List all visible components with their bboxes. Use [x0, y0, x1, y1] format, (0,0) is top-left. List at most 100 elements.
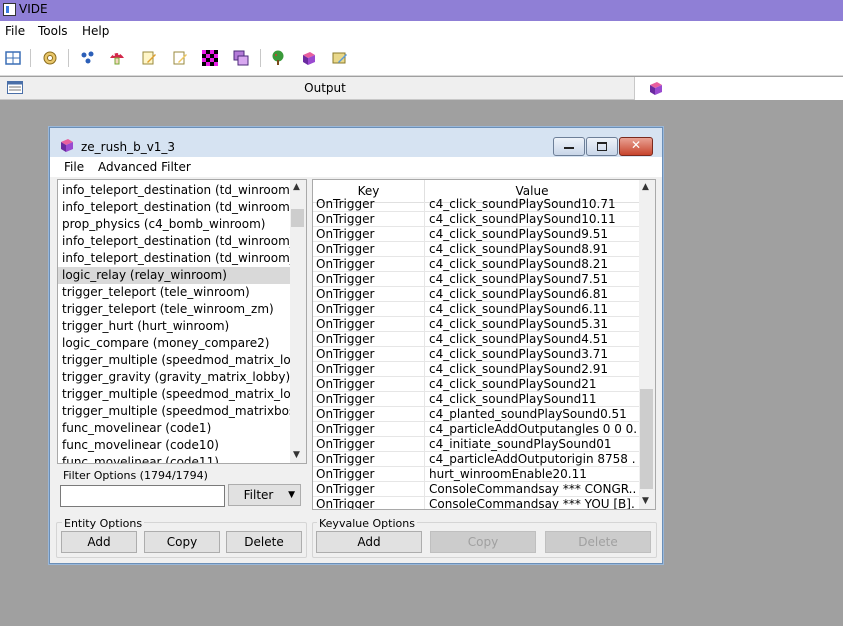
entity-list-item[interactable]: info_teleport_destination (td_winroom_zm… — [58, 250, 294, 267]
table-row[interactable]: OnTrigger c4_click_soundPlaySound8.91 — [313, 242, 639, 257]
table-row[interactable]: OnTrigger c4_click_soundPlaySound3.71 — [313, 347, 639, 362]
scroll-down-icon[interactable]: ▼ — [293, 450, 300, 460]
chevron-down-icon: ▼ — [288, 490, 295, 500]
edit-doc-icon[interactable] — [172, 50, 188, 66]
entity-list-item[interactable]: info_teleport_destination (td_winroom_zm… — [58, 233, 294, 250]
key-cell: OnTrigger — [316, 302, 375, 316]
key-cell: OnTrigger — [316, 257, 375, 271]
entity-list-item[interactable]: prop_physics (c4_bomb_winroom) — [58, 216, 294, 233]
scroll-up-icon[interactable]: ▲ — [293, 182, 300, 192]
key-cell: OnTrigger — [316, 362, 375, 376]
table-row[interactable]: OnTrigger c4_initiate_soundPlaySound01 — [313, 437, 639, 452]
value-cell: c4_planted_soundPlaySound0.51 — [429, 407, 627, 421]
keyvalue-copy-button[interactable]: Copy — [430, 531, 536, 553]
checker-icon[interactable] — [202, 50, 218, 66]
entity-list-item[interactable]: trigger_multiple (speedmod_matrix_lobby2 — [58, 386, 294, 403]
table-row[interactable]: OnTrigger c4_particleAddOutputangles 0 0 … — [313, 422, 639, 437]
value-cell: c4_click_soundPlaySound2.91 — [429, 362, 608, 376]
entity-list-item[interactable]: func_movelinear (code11) — [58, 454, 294, 463]
menu-tools[interactable]: Tools — [38, 24, 68, 38]
keyvalue-add-button[interactable]: Add — [316, 531, 422, 553]
key-cell: OnTrigger — [316, 482, 375, 496]
entity-list-item[interactable]: info_teleport_destination (td_winroom) — [58, 182, 294, 199]
table-row[interactable]: OnTrigger c4_click_soundPlaySound10.11 — [313, 212, 639, 227]
molecules-icon[interactable] — [80, 50, 96, 66]
entity-list-scrollbar[interactable]: ▲ ▼ — [290, 180, 306, 463]
table-row[interactable]: OnTrigger c4_click_soundPlaySound8.21 — [313, 257, 639, 272]
output-icon-tab[interactable] — [634, 77, 843, 100]
table-row[interactable]: OnTrigger hurt_winroomEnable20.11 — [313, 467, 639, 482]
table-row[interactable]: OnTrigger c4_planted_soundPlaySound0.51 — [313, 407, 639, 422]
pencil-icon[interactable] — [141, 50, 157, 66]
filter-button[interactable]: Filter ▼ — [228, 484, 301, 506]
table-row[interactable]: OnTrigger c4_click_soundPlaySound21 — [313, 377, 639, 392]
entity-copy-button[interactable]: Copy — [144, 531, 220, 553]
table-row[interactable]: OnTrigger ConsoleCommandsay *** CONGR... — [313, 482, 639, 497]
table-row[interactable]: OnTrigger c4_click_soundPlaySound7.51 — [313, 272, 639, 287]
maximize-button[interactable] — [586, 137, 618, 156]
close-icon: ✕ — [631, 138, 642, 152]
keyvalue-delete-button[interactable]: Delete — [545, 531, 651, 553]
entity-dialog: ze_rush_b_v1_3 ✕ File Advanced Filter in… — [49, 127, 663, 564]
tree-icon[interactable] — [270, 50, 286, 66]
key-cell: OnTrigger — [316, 317, 375, 331]
value-cell: c4_click_soundPlaySound8.91 — [429, 242, 608, 256]
menu-file[interactable]: File — [5, 24, 25, 38]
entity-list-item[interactable]: trigger_multiple (speedmod_matrix_lobby1 — [58, 352, 294, 369]
dialog-menu-file[interactable]: File — [64, 160, 84, 174]
table-row[interactable]: OnTrigger c4_click_soundPlaySound6.11 — [313, 302, 639, 317]
table-row[interactable]: OnTrigger c4_click_soundPlaySound6.81 — [313, 287, 639, 302]
close-button[interactable]: ✕ — [619, 137, 653, 156]
entity-list-item[interactable]: trigger_hurt (hurt_winroom) — [58, 318, 294, 335]
entity-list-item[interactable]: logic_compare (money_compare2) — [58, 335, 294, 352]
app-title: VIDE — [19, 2, 48, 16]
entity-list-item[interactable]: logic_relay (relay_winroom) — [58, 267, 294, 284]
entity-list[interactable]: info_teleport_destination (td_winroom) in… — [57, 179, 307, 464]
entity-list-item[interactable]: func_movelinear (code1) — [58, 420, 294, 437]
windows-icon[interactable] — [233, 50, 249, 66]
scroll-up-icon[interactable]: ▲ — [642, 182, 649, 192]
key-cell: OnTrigger — [316, 242, 375, 256]
value-cell: c4_click_soundPlaySound9.51 — [429, 227, 608, 241]
entity-list-item[interactable]: info_teleport_destination (td_winroom) — [58, 199, 294, 216]
key-cell: OnTrigger — [316, 212, 375, 226]
dialog-menu-advanced-filter[interactable]: Advanced Filter — [98, 160, 191, 174]
value-cell: c4_click_soundPlaySound21 — [429, 377, 597, 391]
keyvalue-scrollbar[interactable]: ▲ ▼ — [639, 180, 655, 509]
cube-icon[interactable] — [301, 50, 317, 66]
table-row[interactable]: OnTrigger c4_click_soundPlaySound4.51 — [313, 332, 639, 347]
key-cell: OnTrigger — [316, 467, 375, 481]
entity-list-item[interactable]: trigger_gravity (gravity_matrix_lobby) — [58, 369, 294, 386]
keyvalue-table[interactable]: Key Value OnTrigger c4_click_soundPlaySou… — [312, 179, 656, 510]
menu-help[interactable]: Help — [82, 24, 109, 38]
table-row[interactable]: OnTrigger c4_click_soundPlaySound5.31 — [313, 317, 639, 332]
output-bar: Output — [0, 77, 843, 100]
mushroom-icon[interactable] — [109, 50, 125, 66]
scroll-thumb[interactable] — [640, 389, 653, 489]
filter-input[interactable] — [60, 485, 225, 507]
scroll-thumb[interactable] — [291, 209, 304, 227]
key-cell: OnTrigger — [316, 497, 375, 510]
tag-icon[interactable] — [332, 50, 348, 66]
grid-icon[interactable] — [5, 50, 21, 66]
key-cell: OnTrigger — [316, 377, 375, 391]
entity-list-item[interactable]: trigger_teleport (tele_winroom) — [58, 284, 294, 301]
entity-list-item[interactable]: func_movelinear (code10) — [58, 437, 294, 454]
entity-delete-button[interactable]: Delete — [226, 531, 302, 553]
table-row[interactable]: OnTrigger c4_click_soundPlaySound9.51 — [313, 227, 639, 242]
entity-options-label: Entity Options — [62, 517, 145, 530]
scroll-down-icon[interactable]: ▼ — [642, 496, 649, 506]
minimize-button[interactable] — [553, 137, 585, 156]
key-cell: OnTrigger — [316, 272, 375, 286]
table-row[interactable]: OnTrigger ConsoleCommandsay *** YOU [B]..… — [313, 497, 639, 510]
wrench-icon[interactable] — [42, 50, 58, 66]
entity-list-item[interactable]: trigger_multiple (speedmod_matrixboss) — [58, 403, 294, 420]
table-row[interactable]: OnTrigger c4_particleAddOutputorigin 8758… — [313, 452, 639, 467]
entity-add-button[interactable]: Add — [61, 531, 137, 553]
value-cell: ConsoleCommandsay *** YOU [B]... — [429, 497, 636, 510]
filter-options-label: Filter Options (1794/1794) — [63, 469, 208, 482]
entity-list-item[interactable]: trigger_teleport (tele_winroom_zm) — [58, 301, 294, 318]
key-cell: OnTrigger — [316, 287, 375, 301]
table-row[interactable]: OnTrigger c4_click_soundPlaySound11 — [313, 392, 639, 407]
table-row[interactable]: OnTrigger c4_click_soundPlaySound2.91 — [313, 362, 639, 377]
